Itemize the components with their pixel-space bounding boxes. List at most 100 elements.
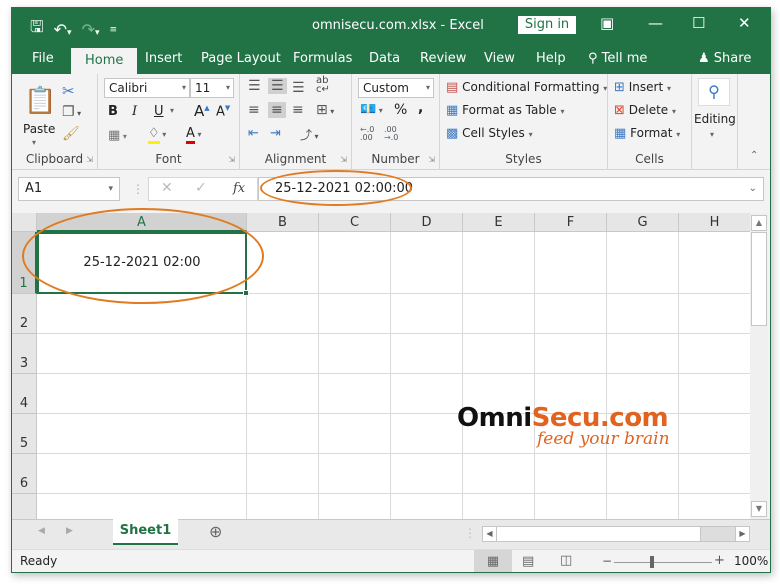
column-header-e[interactable]: E [463,213,535,232]
format-painter-icon[interactable]: 🖌 [62,126,80,142]
underline-button[interactable]: U [154,104,164,119]
redo-icon[interactable]: ↷▾ [82,20,100,39]
clipboard-launcher-icon[interactable]: ⇲ [86,155,93,164]
comma-style-button[interactable]: , [418,100,423,116]
sheet-tab-sheet1[interactable]: Sheet1 [113,519,178,545]
decrease-font-size-icon[interactable]: A▼ [216,104,230,119]
fill-color-icon[interactable]: ♢ ▾ [148,126,166,144]
editing-button[interactable]: Editing [694,112,736,126]
row-header-5[interactable]: 5 [12,414,37,454]
font-launcher-icon[interactable]: ⇲ [228,155,235,164]
column-header-h[interactable]: H [679,213,750,232]
vertical-scrollbar[interactable]: ▲ ▼ [750,213,768,519]
zoom-slider-thumb[interactable] [650,556,654,568]
row-header-2[interactable]: 2 [12,294,37,334]
new-sheet-icon[interactable]: ⊕ [209,522,222,541]
percent-style-button[interactable]: % [394,102,407,118]
cancel-icon[interactable]: ✕ [161,180,173,196]
horizontal-scroll-thumb[interactable] [497,527,701,541]
normal-view-icon[interactable]: ▦ [474,550,512,572]
expand-formula-bar-icon[interactable]: ⌄ [749,178,757,200]
next-sheet-icon[interactable]: ▶ [66,526,73,536]
undo-icon[interactable]: ↶▾ [54,20,72,39]
tab-formulas[interactable]: Formulas [293,50,352,74]
decrease-decimal-icon[interactable]: .00 →.0 [384,126,398,142]
conditional-formatting-button[interactable]: ▤ Conditional Formatting ▾ [446,80,607,95]
tell-me[interactable]: ⚲ Tell me [588,50,647,74]
cut-icon[interactable]: ✂ [62,82,75,100]
paste-dropdown-icon[interactable]: ▾ [32,138,36,147]
vertical-scroll-thumb[interactable] [751,232,767,326]
tab-home[interactable]: Home [71,48,138,74]
insert-cells-button[interactable]: ⊞ Insert ▾ [614,80,671,95]
alignment-launcher-icon[interactable]: ⇲ [340,155,347,164]
scroll-down-icon[interactable]: ▼ [751,501,767,517]
column-header-b[interactable]: B [247,213,319,232]
column-header-g[interactable]: G [607,213,679,232]
column-header-c[interactable]: C [319,213,391,232]
column-header-d[interactable]: D [391,213,463,232]
fill-handle[interactable] [243,290,249,296]
underline-dropdown-icon[interactable]: ▾ [170,106,174,115]
number-format-combo[interactable]: Custom ▾ [358,78,434,98]
accounting-format-icon[interactable]: 💶 ▾ [360,102,383,117]
maximize-icon[interactable]: ☐ [692,14,705,32]
column-header-f[interactable]: F [535,213,607,232]
zoom-slider[interactable] [614,562,712,563]
editing-dropdown-icon[interactable]: ▾ [710,130,714,139]
tab-insert[interactable]: Insert [145,50,182,74]
tab-review[interactable]: Review [420,50,466,74]
increase-decimal-icon[interactable]: ←.0.00 [360,126,374,142]
top-align-icon[interactable]: ☰ [248,78,261,94]
zoom-level[interactable]: 100% [734,554,768,568]
align-center-icon[interactable]: ≡ [268,102,286,118]
font-name-combo[interactable]: Calibri ▾ [104,78,190,98]
prev-sheet-icon[interactable]: ◀ [38,526,45,536]
minimize-icon[interactable]: — [648,14,663,32]
format-as-table-button[interactable]: ▦ Format as Table ▾ [446,103,565,118]
scroll-up-icon[interactable]: ▲ [751,215,767,231]
bold-button[interactable]: B [108,104,118,119]
insert-function-icon[interactable]: fx [233,181,245,196]
row-header-3[interactable]: 3 [12,334,37,374]
cell-styles-button[interactable]: ▩ Cell Styles ▾ [446,126,533,141]
row-header-7[interactable] [12,494,37,519]
orientation-icon[interactable]: ⤴ ▾ [300,126,319,143]
delete-cells-button[interactable]: ⊠ Delete ▾ [614,103,676,118]
enter-icon[interactable]: ✓ [195,180,207,196]
row-header-4[interactable]: 4 [12,374,37,414]
scroll-left-icon[interactable]: ◀ [483,527,497,541]
decrease-indent-icon[interactable]: ⇤ [248,126,259,141]
ribbon-display-options-icon[interactable]: ▣ [600,14,614,32]
sign-in-button[interactable]: Sign in [518,16,576,34]
tab-help[interactable]: Help [536,50,566,74]
customize-qat-icon[interactable]: ≡ [110,25,118,35]
page-layout-view-icon[interactable]: ▤ [522,554,534,569]
horizontal-scrollbar[interactable]: ◀ ▶ [482,526,750,542]
share-button[interactable]: ♟ Share [698,50,751,74]
tab-file[interactable]: File [32,50,54,74]
wrap-text-icon[interactable]: ab c↵ [316,76,330,95]
close-icon[interactable]: ✕ [738,14,751,32]
select-all-corner[interactable] [12,213,37,232]
paste-button[interactable]: Paste [23,122,55,136]
tab-page-layout[interactable]: Page Layout [201,50,281,74]
font-size-combo[interactable]: 11 ▾ [190,78,234,98]
font-color-icon[interactable]: A ▾ [186,126,201,144]
align-right-icon[interactable]: ≡ [292,102,304,118]
borders-icon[interactable]: ▦ ▾ [108,128,127,143]
align-left-icon[interactable]: ≡ [248,102,260,118]
increase-indent-icon[interactable]: ⇥ [270,126,281,141]
page-break-preview-icon[interactable]: ◫ [560,553,572,568]
bottom-align-icon[interactable]: ☰ [292,80,305,96]
zoom-in-icon[interactable]: + [714,553,725,568]
tab-data[interactable]: Data [369,50,400,74]
search-icon[interactable]: ⚲ [698,78,730,106]
name-box[interactable]: A1 ▾ [18,177,120,201]
paste-icon[interactable]: 📋 [24,86,56,116]
scroll-right-icon[interactable]: ▶ [735,527,749,541]
splitter-grip-icon[interactable]: ⋮ [464,526,476,540]
middle-align-icon[interactable]: ☰ [268,78,287,94]
collapse-ribbon-icon[interactable]: ⌃ [750,150,758,161]
increase-font-size-icon[interactable]: A▲ [194,102,210,120]
